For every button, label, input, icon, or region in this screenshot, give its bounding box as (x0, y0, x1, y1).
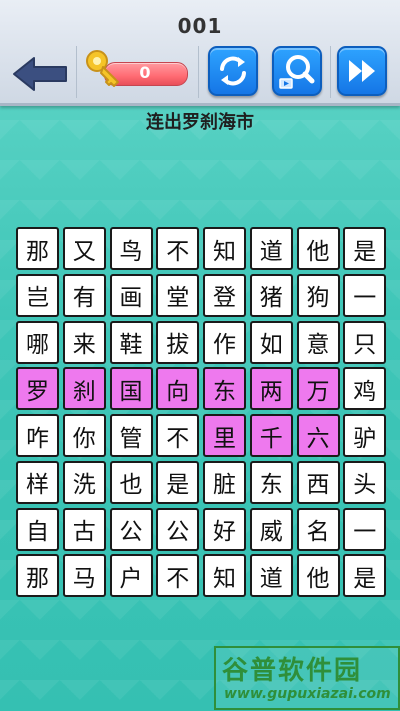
grid-cell[interactable]: 管 (109, 414, 153, 457)
watermark: 谷普软件园 www.gupuxiazai.com (214, 646, 400, 710)
watermark-url: www.gupuxiazai.com (224, 686, 391, 702)
grid-cell[interactable]: 向 (156, 367, 200, 411)
grid-cell[interactable]: 好 (203, 507, 246, 551)
hint-text: 连出罗刹海市 (146, 112, 254, 133)
grid-cell[interactable]: 不 (156, 414, 200, 457)
grid-cell[interactable]: 只 (343, 320, 387, 364)
grid-cell[interactable]: 鸟 (109, 227, 153, 270)
divider (198, 46, 199, 98)
grid-cell[interactable]: 是 (343, 227, 387, 270)
grid-cell[interactable]: 拔 (156, 320, 200, 364)
grid-cell[interactable]: 是 (343, 554, 387, 598)
grid-cell[interactable]: 公 (109, 507, 153, 551)
grid-cell[interactable]: 有 (62, 273, 106, 317)
grid-cell[interactable]: 样 (16, 460, 59, 504)
grid-cell[interactable]: 威 (249, 507, 293, 551)
grid-cell[interactable]: 那 (16, 554, 59, 598)
grid-cell[interactable]: 罗 (16, 367, 59, 411)
grid-cell[interactable]: 如 (249, 320, 293, 364)
grid-cell[interactable]: 不 (156, 554, 200, 598)
magnifier-icon (279, 55, 315, 89)
key-icon (86, 50, 119, 87)
grid-cell[interactable]: 狗 (296, 273, 340, 317)
grid-cell[interactable]: 头 (343, 460, 387, 504)
grid-cell[interactable]: 鸡 (343, 367, 387, 411)
grid-cell[interactable]: 公 (156, 507, 200, 551)
grid-cell[interactable]: 鞋 (109, 320, 153, 364)
grid-cell[interactable]: 千 (249, 414, 293, 457)
grid-cell[interactable]: 猪 (249, 273, 293, 317)
grid-cell[interactable]: 国 (109, 367, 153, 411)
grid-cell[interactable]: 不 (156, 227, 200, 270)
grid-cell[interactable]: 也 (109, 460, 153, 504)
grid-cell[interactable]: 万 (296, 367, 340, 411)
watermark-title: 谷普软件园 (222, 656, 363, 686)
refresh-button[interactable] (208, 46, 258, 96)
grid-cell[interactable]: 堂 (156, 273, 200, 317)
grid-cell[interactable]: 一 (343, 507, 387, 551)
grid-cell[interactable]: 脏 (203, 460, 246, 504)
grid-cell[interactable]: 道 (249, 227, 293, 270)
grid-cell[interactable]: 户 (109, 554, 153, 598)
grid-cell[interactable]: 又 (62, 227, 106, 270)
grid-cell[interactable]: 哪 (16, 320, 59, 364)
grid-cell[interactable]: 驴 (343, 414, 387, 457)
key-counter: 0 (84, 48, 188, 88)
arrow-left-icon (13, 57, 67, 91)
divider (330, 46, 331, 98)
grid-cell[interactable]: 登 (203, 273, 246, 317)
grid-cell[interactable]: 马 (62, 554, 106, 598)
grid-cell[interactable]: 名 (296, 507, 340, 551)
grid-cell[interactable]: 岂 (16, 273, 59, 317)
grid-cell[interactable]: 知 (203, 554, 246, 598)
fast-forward-icon (349, 60, 375, 82)
level-number: 001 (177, 14, 223, 38)
grid-cell[interactable]: 刹 (62, 367, 106, 411)
grid-cell[interactable]: 知 (203, 227, 246, 270)
grid-cell[interactable]: 古 (62, 507, 106, 551)
grid-cell[interactable]: 东 (249, 460, 293, 504)
grid-cell[interactable]: 咋 (16, 414, 59, 457)
grid-cell[interactable]: 他 (296, 227, 340, 270)
grid-cell[interactable]: 西 (296, 460, 340, 504)
grid-cell[interactable]: 里 (203, 414, 246, 457)
grid-cell[interactable]: 那 (16, 227, 59, 270)
grid-cell[interactable]: 东 (203, 367, 246, 411)
skip-button[interactable] (337, 46, 387, 96)
grid-cell[interactable]: 他 (296, 554, 340, 598)
grid-cell[interactable]: 意 (296, 320, 340, 364)
grid-cell[interactable]: 自 (16, 507, 59, 551)
top-bar: 001 0 (0, 0, 400, 106)
divider (76, 46, 77, 98)
grid-cell[interactable]: 一 (343, 273, 387, 317)
grid-cell[interactable]: 你 (62, 414, 106, 457)
grid-cell[interactable]: 道 (249, 554, 293, 598)
hint-search-button[interactable] (272, 46, 322, 96)
grid-cell[interactable]: 两 (249, 367, 293, 411)
grid-cell[interactable]: 六 (296, 414, 340, 457)
grid-cell[interactable]: 作 (203, 320, 246, 364)
back-button[interactable] (10, 54, 70, 94)
grid-cell[interactable]: 洗 (62, 460, 106, 504)
character-grid: 那又鸟不知道他是岂有画堂登猪狗一哪来鞋拔作如意只罗刹国向东两万鸡咋你管不里千六驴… (16, 227, 387, 598)
grid-cell[interactable]: 画 (109, 273, 153, 317)
refresh-icon (220, 56, 246, 86)
grid-cell[interactable]: 是 (156, 460, 200, 504)
grid-cell[interactable]: 来 (62, 320, 106, 364)
